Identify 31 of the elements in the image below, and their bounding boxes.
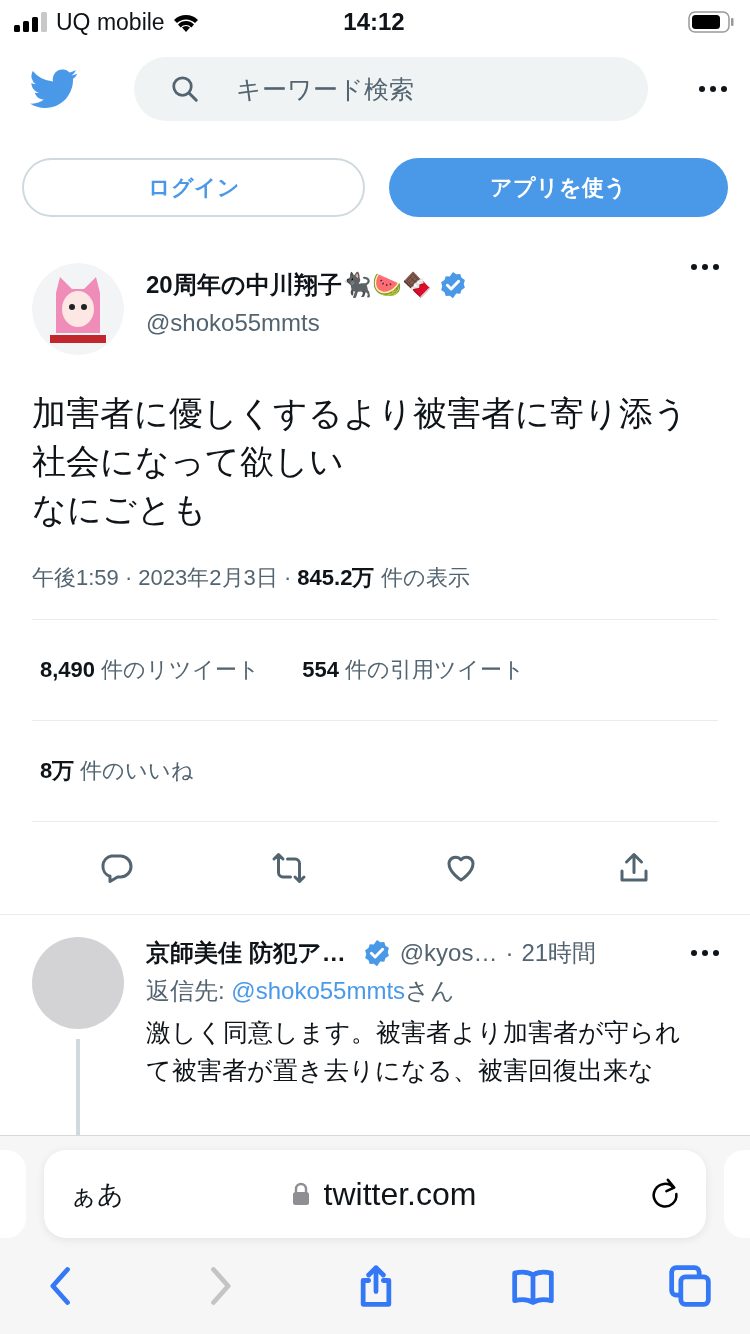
reply-time[interactable]: 21時間 — [521, 937, 597, 969]
reply-to-text: 返信先: @shoko55mmtsさん — [146, 976, 457, 1006]
retweet-icon[interactable] — [270, 850, 307, 886]
text-size-button[interactable]: ぁあ — [70, 1176, 190, 1212]
signal-icon — [14, 12, 50, 32]
likes-link[interactable]: 8万 件のいいね — [40, 756, 195, 786]
address-bar[interactable]: ぁあ twitter.com — [44, 1150, 706, 1238]
tweet-text: なにごとも — [32, 489, 208, 530]
url-text: twitter.com — [323, 1175, 477, 1213]
tweet-text: 加害者に優しくするより被害者に寄り添う社会になって欲しい — [32, 393, 689, 482]
tweet-meta: 午後1:59 · 2023年2月3日 · 845.2万 件の表示 — [31, 564, 471, 592]
search-icon — [170, 74, 200, 104]
more-icon[interactable] — [690, 949, 720, 957]
cartoon-avatar-icon[interactable] — [32, 263, 124, 355]
lock-icon — [291, 1182, 310, 1206]
tabs-icon[interactable] — [668, 1264, 712, 1308]
stat-link[interactable]: 554 件の引用ツイート — [302, 655, 526, 685]
separator-dot: · — [505, 939, 514, 967]
bird-logo-icon[interactable] — [30, 69, 78, 109]
reply-user-name[interactable]: 京師美佳 防犯ア… — [146, 937, 346, 969]
more-icon[interactable] — [690, 263, 720, 271]
carrier-name: UQ mobile — [56, 8, 165, 36]
battery-icon — [688, 11, 734, 33]
search-field[interactable]: キーワード検索 — [134, 57, 648, 121]
reply-user-handle[interactable]: @kyos… — [399, 939, 498, 967]
stat-link[interactable]: 8,490 件のリツイート — [40, 655, 261, 685]
user-name[interactable]: 20周年の中川翔子🐈‍⬛🍉🍫 — [146, 269, 432, 301]
user-handle[interactable]: @shoko55mmts — [146, 309, 668, 337]
more-icon[interactable] — [698, 85, 728, 93]
clock-time: 14:12 — [342, 8, 406, 36]
reply-text: 激しく同意します。被害者より加害者が守られて被害者が置き去りになる、被害回復出来な — [146, 1017, 682, 1086]
